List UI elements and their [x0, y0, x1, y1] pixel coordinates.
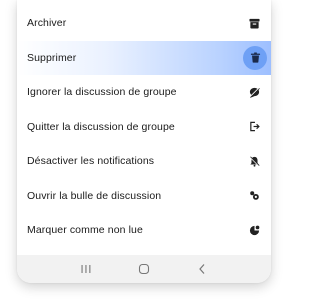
- menu-item-disable-notifications[interactable]: Désactiver les notifications: [17, 144, 271, 179]
- back-icon[interactable]: [192, 259, 212, 279]
- menu-list: Archiver Supprimer Ignorer la discussion…: [17, 6, 271, 248]
- mute-conversation-icon: [246, 84, 262, 100]
- menu-item-label: Ouvrir la bulle de discussion: [27, 189, 162, 202]
- menu-item-mark-unread[interactable]: Marquer comme non lue: [17, 213, 271, 248]
- menu-item-label: Marquer comme non lue: [27, 224, 143, 237]
- trash-icon: [243, 45, 267, 70]
- chat-bubble-icon: [246, 188, 262, 204]
- notifications-off-icon: [246, 153, 262, 169]
- menu-item-label: Désactiver les notifications: [27, 155, 155, 168]
- context-menu-sheet: Archiver Supprimer Ignorer la discussion…: [17, 0, 271, 283]
- home-icon[interactable]: [134, 259, 154, 279]
- menu-item-delete[interactable]: Supprimer: [17, 40, 271, 75]
- recent-apps-icon[interactable]: [76, 259, 96, 279]
- menu-item-leave-group[interactable]: Quitter la discussion de groupe: [17, 110, 271, 145]
- menu-item-open-bubble[interactable]: Ouvrir la bulle de discussion: [17, 179, 271, 214]
- menu-item-label: Archiver: [27, 17, 67, 30]
- menu-item-label: Ignorer la discussion de groupe: [27, 86, 177, 99]
- system-navigation-bar: [17, 255, 271, 283]
- leave-icon: [246, 119, 262, 135]
- archive-icon: [246, 15, 262, 31]
- menu-item-label: Quitter la discussion de groupe: [27, 120, 175, 133]
- mark-unread-icon: [246, 222, 262, 238]
- menu-item-archive[interactable]: Archiver: [17, 6, 271, 41]
- menu-item-ignore-group[interactable]: Ignorer la discussion de groupe: [17, 75, 271, 110]
- menu-item-label: Supprimer: [27, 51, 77, 64]
